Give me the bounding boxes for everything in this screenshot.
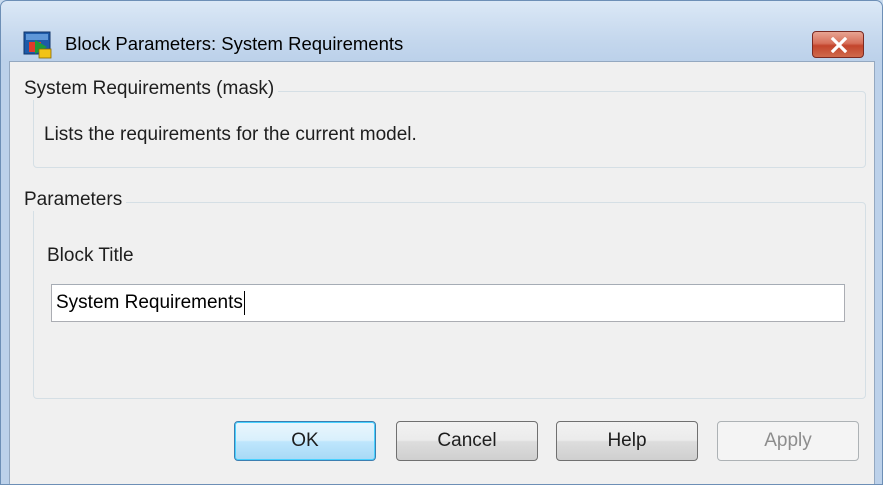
- simulink-block-icon: [23, 31, 53, 59]
- cancel-button[interactable]: Cancel: [396, 421, 538, 461]
- block-title-value: System Requirements: [56, 292, 243, 313]
- help-button[interactable]: Help: [556, 421, 698, 461]
- dialog-window: Block Parameters: System Requirements Sy…: [0, 0, 883, 485]
- close-button[interactable]: [812, 31, 864, 58]
- ok-button[interactable]: OK: [234, 421, 376, 461]
- apply-button[interactable]: Apply: [717, 421, 859, 461]
- mask-group-legend: System Requirements (mask): [22, 78, 279, 100]
- parameters-group-legend: Parameters: [22, 189, 127, 211]
- window-title: Block Parameters: System Requirements: [65, 33, 404, 54]
- block-title-label: Block Title: [47, 245, 134, 266]
- close-icon: [830, 37, 848, 53]
- block-title-input[interactable]: System Requirements: [51, 284, 845, 322]
- mask-description: Lists the requirements for the current m…: [44, 124, 417, 145]
- dialog-client-area: System Requirements (mask) Lists the req…: [9, 61, 875, 484]
- text-caret: [243, 290, 245, 315]
- title-bar[interactable]: Block Parameters: System Requirements: [1, 1, 882, 59]
